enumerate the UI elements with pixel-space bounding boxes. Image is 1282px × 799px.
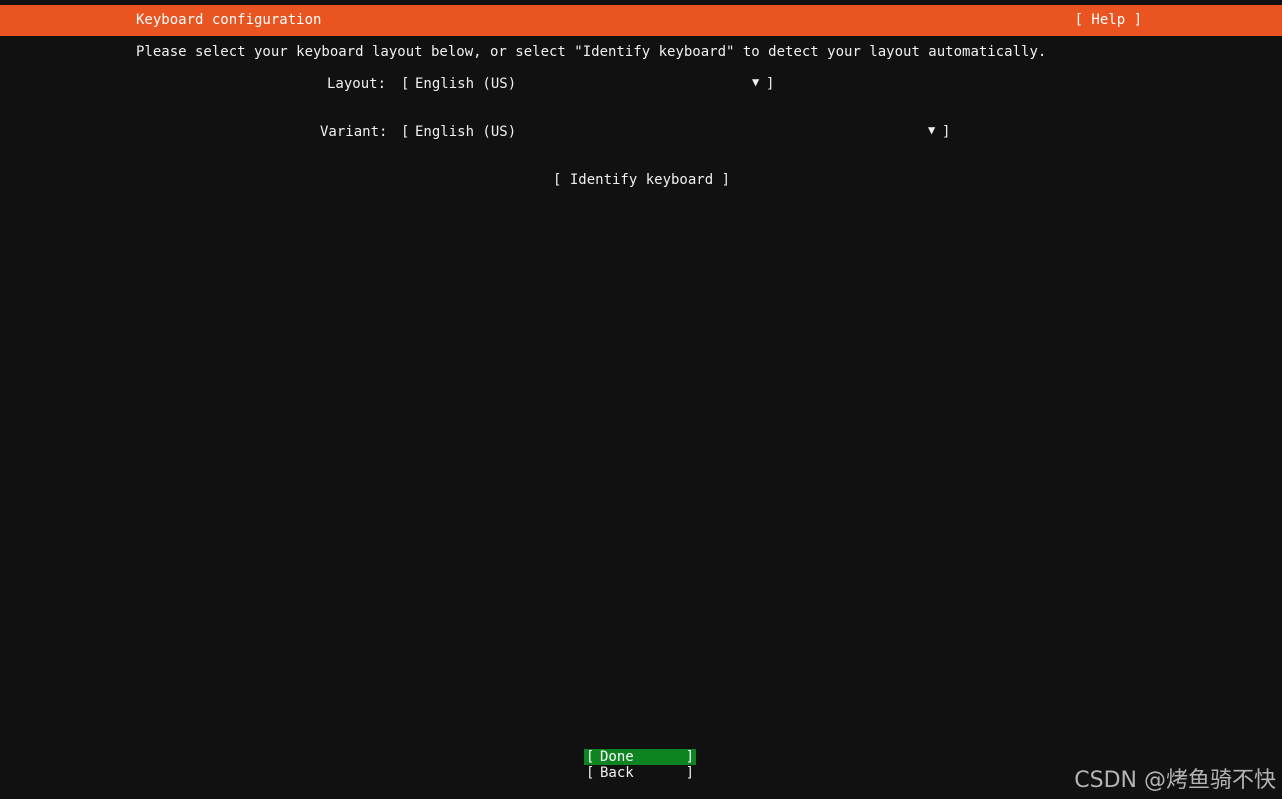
back-label: Back bbox=[600, 765, 634, 781]
variant-dropdown[interactable]: [ English (US) ▼ ] bbox=[401, 123, 952, 142]
done-open-bracket: [ bbox=[586, 749, 595, 765]
dropdown-arrow-icon: ▼ bbox=[928, 123, 936, 137]
layout-value: English (US) bbox=[415, 76, 517, 92]
watermark: CSDN @烤鱼骑不快 bbox=[1074, 768, 1276, 793]
layout-dropdown[interactable]: [ English (US) ▼ ] bbox=[401, 75, 776, 94]
instructions-text: Please select your keyboard layout below… bbox=[136, 44, 1047, 60]
layout-label: Layout: bbox=[327, 76, 387, 92]
variant-close-bracket: ] bbox=[942, 124, 951, 140]
back-button[interactable]: [ Back ] bbox=[584, 765, 696, 781]
dropdown-arrow-icon: ▼ bbox=[752, 75, 760, 89]
back-open-bracket: [ bbox=[586, 765, 595, 781]
done-label: Done bbox=[600, 749, 634, 765]
variant-value: English (US) bbox=[415, 124, 517, 140]
done-button[interactable]: [ Done ] bbox=[584, 749, 696, 765]
variant-label: Variant: bbox=[320, 124, 388, 140]
identify-keyboard-button[interactable]: [ Identify keyboard ] bbox=[553, 172, 730, 188]
layout-close-bracket: ] bbox=[766, 76, 775, 92]
page-title: Keyboard configuration bbox=[136, 12, 322, 28]
help-button[interactable]: [ Help ] bbox=[1075, 12, 1142, 28]
variant-open-bracket: [ bbox=[401, 124, 410, 140]
back-close-bracket: ] bbox=[685, 765, 694, 781]
done-close-bracket: ] bbox=[685, 749, 694, 765]
header-bar: Keyboard configuration [ Help ] bbox=[0, 5, 1282, 36]
layout-open-bracket: [ bbox=[401, 76, 410, 92]
